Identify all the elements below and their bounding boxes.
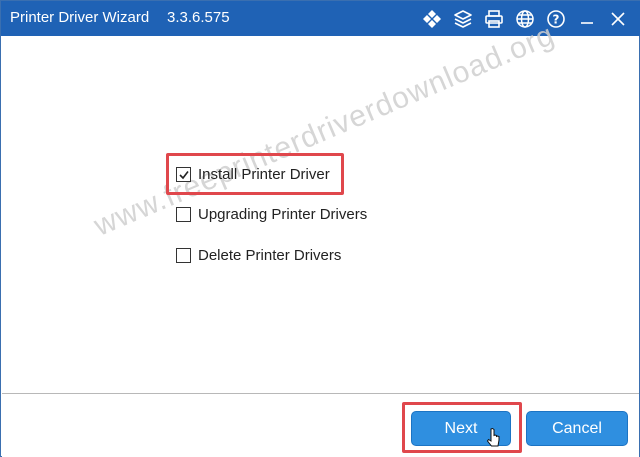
- upgrade-checkbox[interactable]: [176, 206, 191, 222]
- minimize-icon[interactable]: [571, 1, 602, 36]
- cancel-button[interactable]: Cancel: [526, 411, 628, 446]
- option-install-printer-driver[interactable]: Install Printer Driver: [176, 164, 330, 184]
- wizard-window: Printer Driver Wizard 3.3.6.575 ? www.fr…: [0, 0, 640, 457]
- window-title: Printer Driver Wizard: [10, 9, 150, 26]
- mouse-cursor-icon: [486, 427, 500, 447]
- upgrade-option-label: Upgrading Printer Drivers: [198, 205, 368, 223]
- install-option-label: Install Printer Driver: [198, 165, 330, 183]
- option-upgrading-printer-drivers[interactable]: Upgrading Printer Drivers: [176, 204, 367, 224]
- help-icon[interactable]: ?: [540, 1, 571, 36]
- layers-icon[interactable]: [447, 1, 478, 36]
- title-bar: Printer Driver Wizard 3.3.6.575 ?: [1, 1, 640, 36]
- svg-text:?: ?: [552, 12, 559, 26]
- version-label: 3.3.6.575: [167, 9, 230, 26]
- globe-icon[interactable]: [509, 1, 540, 36]
- delete-checkbox[interactable]: [176, 247, 191, 263]
- diamond-grid-icon[interactable]: [416, 1, 447, 36]
- printer-icon[interactable]: [478, 1, 509, 36]
- delete-option-label: Delete Printer Drivers: [198, 246, 342, 264]
- option-delete-printer-drivers[interactable]: Delete Printer Drivers: [176, 245, 341, 265]
- close-icon[interactable]: [602, 1, 633, 36]
- titlebar-icons: ?: [416, 1, 633, 36]
- install-checkbox[interactable]: [176, 166, 191, 182]
